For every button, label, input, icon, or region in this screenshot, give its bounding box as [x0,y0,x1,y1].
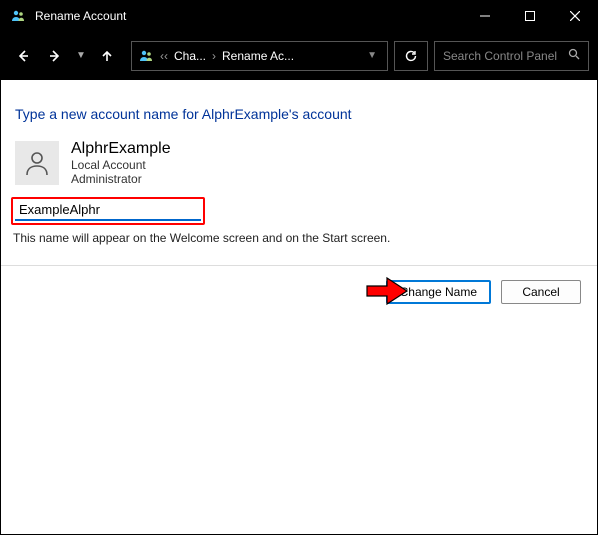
breadcrumb-item[interactable]: Cha... [174,49,206,63]
divider [1,265,597,266]
new-name-input[interactable] [15,201,201,221]
address-bar[interactable]: ‹‹ Cha... › Rename Ac... ▼ [131,41,388,71]
content-area: Type a new account name for AlphrExample… [1,80,597,314]
minimize-button[interactable] [462,1,507,31]
title-bar: Rename Account [1,1,597,31]
maximize-button[interactable] [507,1,552,31]
search-input[interactable]: Search Control Panel [434,41,589,71]
users-icon [138,48,154,64]
users-icon [9,7,27,25]
window-controls [462,1,597,31]
search-placeholder: Search Control Panel [443,49,557,63]
annotation-arrow-icon [365,276,409,306]
account-role: Administrator [71,172,171,186]
button-label: Change Name [400,285,477,299]
cancel-button[interactable]: Cancel [501,280,581,304]
page-heading: Type a new account name for AlphrExample… [15,106,587,122]
chevron-right-icon: › [212,49,216,63]
recent-dropdown[interactable]: ▼ [73,42,89,70]
hint-text: This name will appear on the Welcome scr… [13,231,587,245]
navigation-bar: ▼ ‹‹ Cha... › Rename Ac... ▼ Search Cont… [1,31,597,80]
account-type: Local Account [71,158,171,172]
window-title: Rename Account [35,9,462,23]
up-button[interactable] [93,42,121,70]
breadcrumb-separator-icon: ‹‹ [160,49,168,63]
new-name-field-highlight [11,197,205,225]
close-button[interactable] [552,1,597,31]
breadcrumb-item[interactable]: Rename Ac... [222,49,294,63]
forward-button[interactable] [41,42,69,70]
account-name: AlphrExample [71,140,171,158]
avatar [15,141,59,185]
button-row: Change Name Cancel [11,280,587,304]
refresh-button[interactable] [394,41,428,71]
back-button[interactable] [9,42,37,70]
button-label: Cancel [522,285,559,299]
user-info-row: AlphrExample Local Account Administrator [15,140,587,187]
chevron-down-icon[interactable]: ▼ [367,50,381,61]
search-icon [568,48,580,63]
